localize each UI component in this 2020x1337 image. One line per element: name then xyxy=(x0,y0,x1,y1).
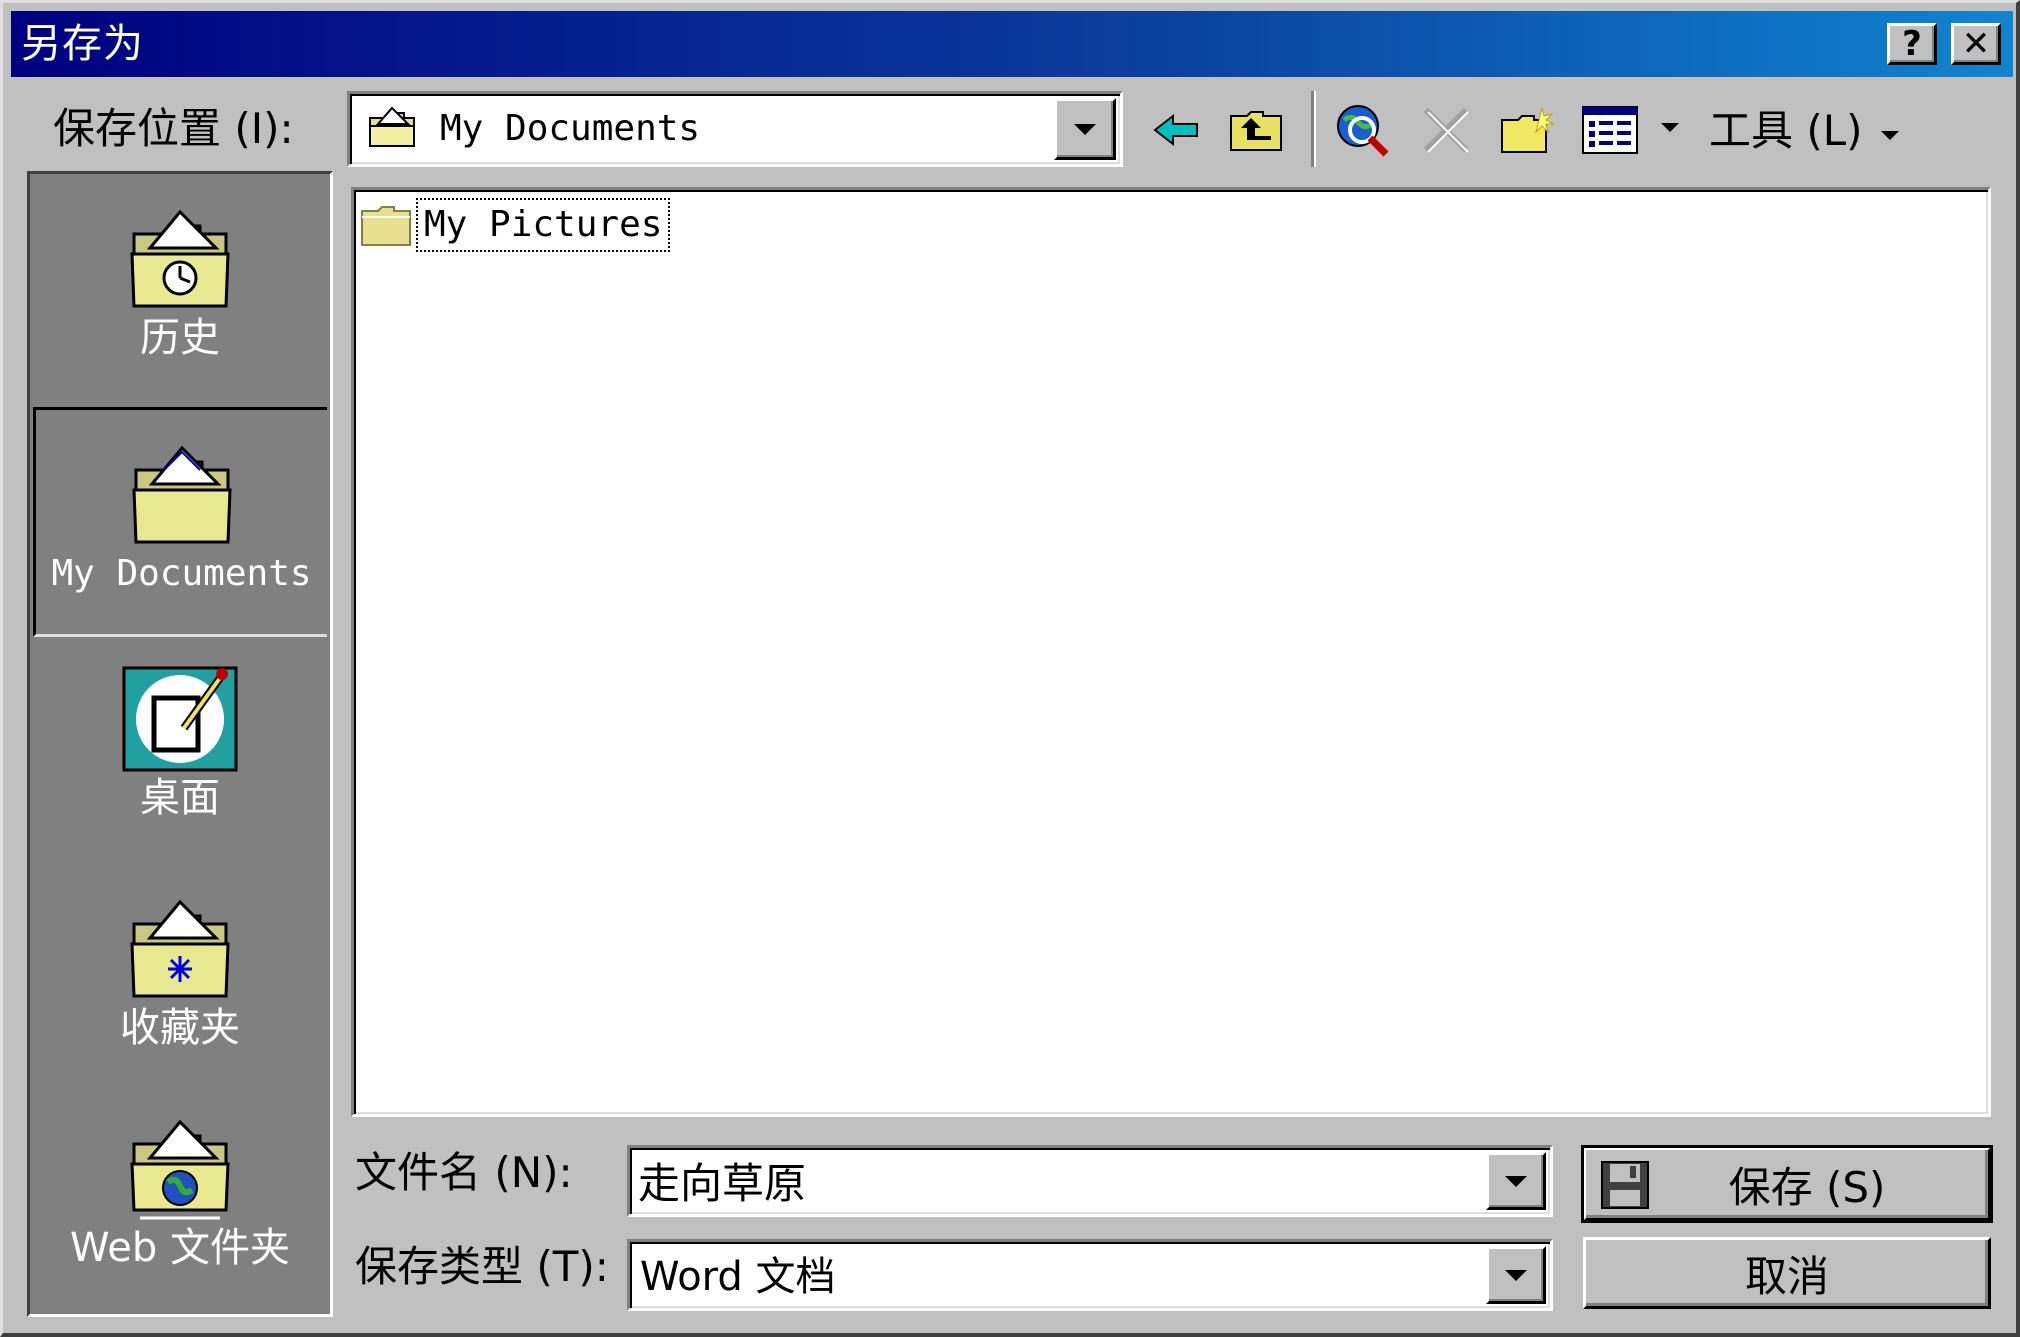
filetype-combo[interactable]: Word 文档 xyxy=(627,1239,1553,1311)
save-button-label: 保存 (S) xyxy=(1728,1162,1886,1212)
filename-input[interactable] xyxy=(638,1154,1458,1206)
save-button[interactable]: 保存 (S) xyxy=(1581,1145,1993,1223)
new-folder-button[interactable] xyxy=(1497,99,1559,161)
web-folder-icon xyxy=(130,1119,230,1220)
title-bar[interactable]: 另存为 ? ✕ xyxy=(11,11,2013,77)
chevron-down-icon xyxy=(1505,1269,1527,1281)
delete-icon xyxy=(1423,107,1469,153)
place-label: Web 文件夹 xyxy=(70,1225,290,1271)
folder-icon xyxy=(361,206,411,246)
places-bar: 历史 My Documents 桌面 收藏夹 Web 文件夹 xyxy=(27,171,333,1317)
place-web-folders[interactable]: Web 文件夹 xyxy=(33,1114,327,1314)
place-label: 收藏夹 xyxy=(120,1005,240,1051)
window-title: 另存为 xyxy=(21,21,144,67)
chevron-down-icon xyxy=(1074,123,1096,135)
location-value: My Documents xyxy=(440,108,701,149)
close-icon: ✕ xyxy=(1961,24,1991,64)
up-folder-icon xyxy=(1230,111,1282,151)
location-combo[interactable]: My Documents xyxy=(347,91,1123,167)
filename-label: 文件名 (N): xyxy=(355,1148,573,1197)
chevron-down-icon xyxy=(1880,130,1899,140)
filename-combo[interactable] xyxy=(627,1145,1553,1217)
place-favorites[interactable]: 收藏夹 xyxy=(33,894,327,1094)
cancel-button[interactable]: 取消 xyxy=(1583,1237,1991,1309)
search-web-button[interactable] xyxy=(1331,99,1393,161)
my-documents-folder-icon xyxy=(131,445,232,544)
chevron-down-icon xyxy=(1505,1175,1527,1187)
desktop-icon xyxy=(122,666,238,772)
place-desktop[interactable]: 桌面 xyxy=(33,664,327,864)
search-web-icon xyxy=(1337,105,1389,157)
views-dropdown-button[interactable] xyxy=(1661,123,1679,132)
filetype-value: Word 文档 xyxy=(640,1254,836,1300)
place-label: 历史 xyxy=(140,315,220,361)
up-one-level-button[interactable] xyxy=(1225,99,1287,161)
filetype-dropdown-button[interactable] xyxy=(1486,1246,1546,1304)
place-history[interactable]: 历史 xyxy=(33,204,327,404)
back-arrow-icon xyxy=(1153,113,1198,147)
filename-dropdown-button[interactable] xyxy=(1486,1152,1546,1210)
toolbar-separator xyxy=(1311,91,1316,167)
file-list[interactable]: My Pictures xyxy=(351,187,1991,1117)
help-icon: ? xyxy=(1902,24,1922,64)
close-button[interactable]: ✕ xyxy=(1951,23,2001,65)
help-button[interactable]: ? xyxy=(1887,23,1937,65)
my-documents-folder-icon xyxy=(369,106,415,147)
floppy-disk-icon xyxy=(1601,1161,1649,1209)
file-name: My Pictures xyxy=(416,198,671,252)
new-folder-icon xyxy=(1501,107,1555,153)
details-view-icon xyxy=(1582,106,1638,154)
place-label: My Documents xyxy=(51,553,312,594)
tools-label: 工具 (L) xyxy=(1709,106,1863,155)
back-button[interactable] xyxy=(1145,99,1207,161)
views-button[interactable] xyxy=(1579,99,1641,161)
location-dropdown-button[interactable] xyxy=(1054,98,1116,160)
place-my-documents[interactable]: My Documents xyxy=(33,407,327,637)
chevron-down-icon xyxy=(1661,123,1679,132)
cancel-button-label: 取消 xyxy=(1744,1251,1829,1301)
filetype-label: 保存类型 (T): xyxy=(355,1242,609,1291)
list-item[interactable]: My Pictures xyxy=(360,198,671,252)
place-label: 桌面 xyxy=(140,775,220,821)
tools-menu-button[interactable]: 工具 (L) xyxy=(1709,103,1899,159)
favorites-folder-icon xyxy=(130,899,230,998)
delete-button[interactable] xyxy=(1415,99,1477,161)
location-label: 保存位置 (I): xyxy=(53,104,294,153)
save-as-dialog: 另存为 ? ✕ 保存位置 (I): My Documents 工具 (L) 历史… xyxy=(0,0,2020,1337)
history-folder-icon xyxy=(130,209,230,308)
